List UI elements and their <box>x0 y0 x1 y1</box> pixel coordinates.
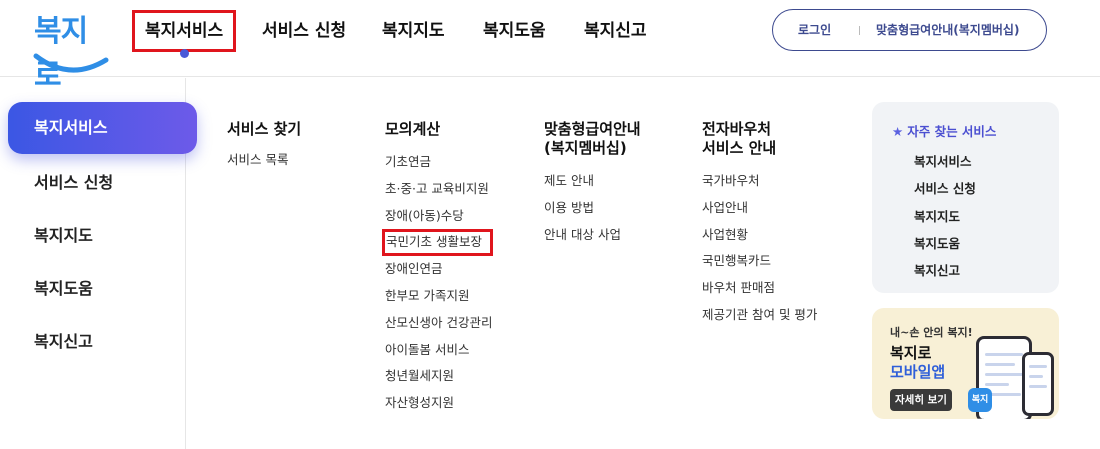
menu-column-voucher: 전자바우처 서비스 안내 국가바우처 사업안내 사업현황 국민행복카드 바우처 … <box>702 120 817 329</box>
frequent-item[interactable]: 서비스 신청 <box>914 175 976 202</box>
link-target-programs[interactable]: 안내 대상 사업 <box>544 222 641 249</box>
link-disability-allowance[interactable]: 장애(아동)수당 <box>385 203 493 230</box>
nav-welfare-service[interactable]: 복지서비스 <box>132 10 237 52</box>
link-single-parent-support[interactable]: 한부모 가족지원 <box>385 283 493 310</box>
link-disability-pension[interactable]: 장애인연금 <box>385 256 493 283</box>
active-nav-indicator <box>180 49 189 58</box>
link-national-voucher[interactable]: 국가바우처 <box>702 168 817 195</box>
app-icon: 복지로 <box>968 388 992 412</box>
frequent-services-title: ★ 자주 찾는 서비스 <box>892 124 997 139</box>
link-maternity-care[interactable]: 산모신생아 건강관리 <box>385 310 493 337</box>
banner-detail-button[interactable]: 자세히 보기 <box>890 389 952 411</box>
nav-welfare-help[interactable]: 복지도움 <box>483 10 546 52</box>
sidebar-item-welfare-help[interactable]: 복지도움 <box>8 263 197 315</box>
link-system-guide[interactable]: 제도 안내 <box>544 168 641 195</box>
sidebar: 복지서비스 서비스 신청 복지지도 복지도움 복지신고 <box>0 78 197 449</box>
nav-service-apply[interactable]: 서비스 신청 <box>262 10 346 52</box>
frequent-item[interactable]: 복지도움 <box>914 230 976 257</box>
mobile-app-banner[interactable]: 내~손 안의 복지! 복지로 모바일앱 자세히 보기 복지로 <box>872 308 1059 419</box>
banner-title-accent: 모바일앱 <box>890 363 946 381</box>
link-basic-livelihood[interactable]: 국민기초 생활보장 <box>382 229 493 257</box>
link-service-list[interactable]: 서비스 목록 <box>227 147 301 174</box>
link-education-support[interactable]: 초·중·고 교육비지원 <box>385 176 493 203</box>
banner-title: 복지로 <box>890 344 932 362</box>
link-program-guide[interactable]: 사업안내 <box>702 195 817 222</box>
login-button[interactable]: 로그인 <box>798 10 831 50</box>
menu-column-service-search: 서비스 찾기 서비스 목록 <box>227 120 301 174</box>
logo-smile-icon <box>33 53 109 73</box>
menu-column-simulation: 모의계산 기초연금 초·중·고 교육비지원 장애(아동)수당 국민기초 생활보장… <box>382 120 493 417</box>
link-childcare-service[interactable]: 아이돌봄 서비스 <box>385 337 493 364</box>
frequent-item[interactable]: 복지지도 <box>914 203 976 230</box>
column-title: 맞춤형급여안내 (복지멤버십) <box>544 120 641 157</box>
header: 복지로 복지서비스 서비스 신청 복지지도 복지도움 복지신고 로그인 맞춤형급… <box>0 0 1100 93</box>
benefit-guide-button[interactable]: 맞춤형급여안내(복지멤버십) <box>876 10 1019 50</box>
sidebar-item-service-apply[interactable]: 서비스 신청 <box>8 157 197 209</box>
column-title: 전자바우처 서비스 안내 <box>702 120 777 157</box>
link-how-to-use[interactable]: 이용 방법 <box>544 195 641 222</box>
sidebar-item-welfare-map[interactable]: 복지지도 <box>8 210 197 262</box>
star-icon: ★ <box>892 124 904 139</box>
phone-mockup-image <box>1022 352 1054 416</box>
frequent-item[interactable]: 복지서비스 <box>914 148 976 175</box>
column-title: 모의계산 <box>385 120 441 138</box>
account-box: 로그인 맞춤형급여안내(복지멤버십) <box>772 9 1047 51</box>
link-provider-evaluation[interactable]: 제공기관 참여 및 평가 <box>702 302 817 329</box>
link-asset-building[interactable]: 자산형성지원 <box>385 390 493 417</box>
divider <box>859 26 860 35</box>
banner-subtitle: 내~손 안의 복지! <box>890 326 973 339</box>
link-happiness-card[interactable]: 국민행복카드 <box>702 248 817 275</box>
nav-welfare-report[interactable]: 복지신고 <box>584 10 647 52</box>
link-basic-pension[interactable]: 기초연금 <box>385 149 493 176</box>
sidebar-item-welfare-report[interactable]: 복지신고 <box>8 316 197 368</box>
link-voucher-stores[interactable]: 바우처 판매점 <box>702 275 817 302</box>
frequent-item[interactable]: 복지신고 <box>914 257 976 284</box>
frequent-services-panel: ★ 자주 찾는 서비스 복지서비스 서비스 신청 복지지도 복지도움 복지신고 <box>872 102 1059 293</box>
logo[interactable]: 복지로 <box>30 6 112 93</box>
column-title: 서비스 찾기 <box>227 120 302 138</box>
nav-welfare-map[interactable]: 복지지도 <box>382 10 445 52</box>
sidebar-item-welfare-service[interactable]: 복지서비스 <box>8 102 197 154</box>
link-program-status[interactable]: 사업현황 <box>702 222 817 249</box>
menu-column-benefit-guide: 맞춤형급여안내 (복지멤버십) 제도 안내 이용 방법 안내 대상 사업 <box>544 120 641 248</box>
link-youth-rent-support[interactable]: 청년월세지원 <box>385 363 493 390</box>
